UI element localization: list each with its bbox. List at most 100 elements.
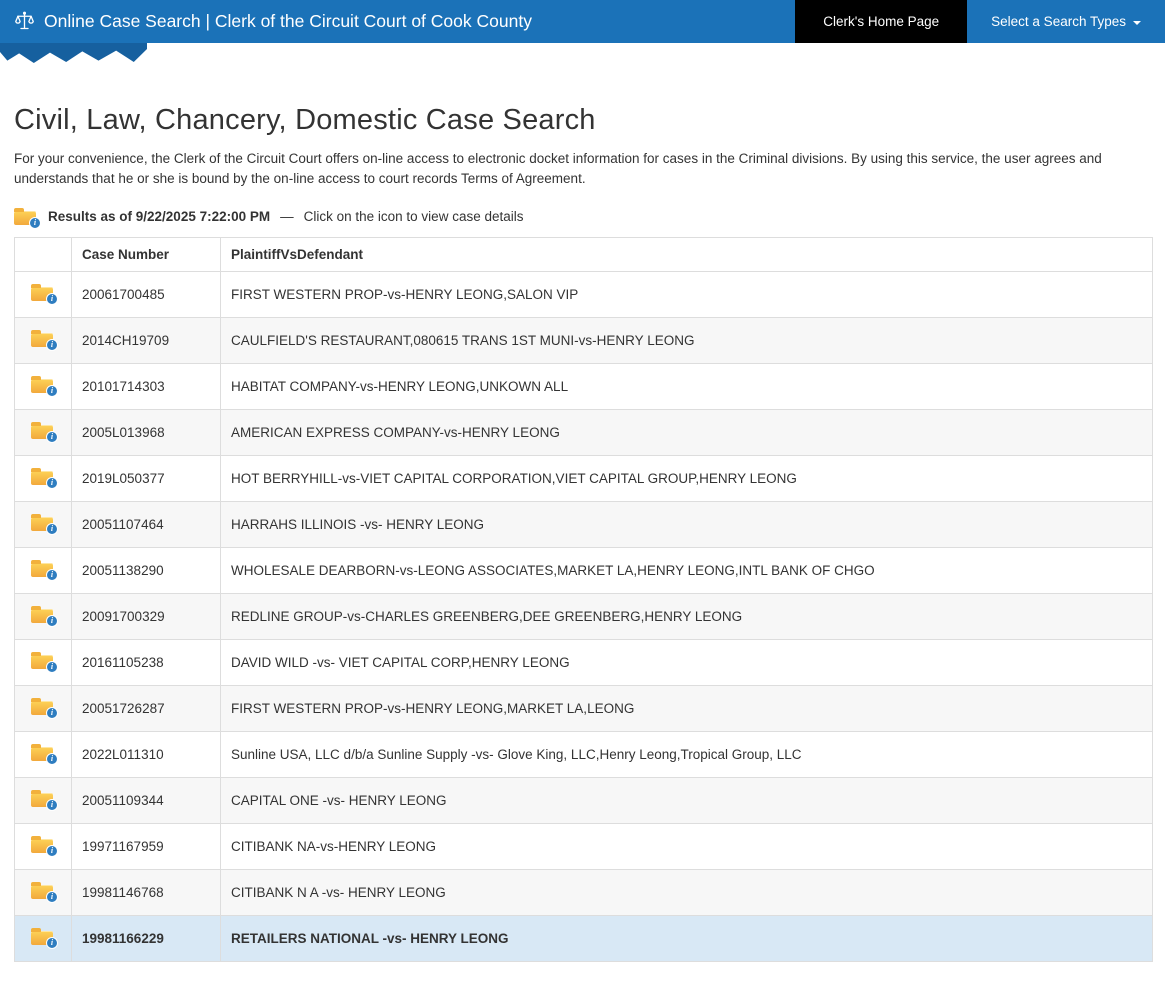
navbar: Online Case Search | Clerk of the Circui…	[0, 0, 1165, 43]
case-details-folder-icon[interactable]: i	[31, 421, 56, 440]
case-number-cell: 20091700329	[72, 593, 221, 639]
table-row: i 19971167959CITIBANK NA-vs-HENRY LEONG	[15, 823, 1153, 869]
case-details-cell: i	[15, 685, 72, 731]
parties-cell: HARRAHS ILLINOIS -vs- HENRY LEONG	[221, 501, 1153, 547]
case-details-folder-icon[interactable]: i	[31, 513, 56, 532]
table-row: i 2019L050377HOT BERRYHILL-vs-VIET CAPITA…	[15, 455, 1153, 501]
case-details-folder-icon[interactable]: i	[31, 605, 56, 624]
case-number-cell: 2022L011310	[72, 731, 221, 777]
table-row: i 20061700485FIRST WESTERN PROP-vs-HENRY …	[15, 271, 1153, 317]
case-number-cell: 19981146768	[72, 869, 221, 915]
case-number-cell: 20061700485	[72, 271, 221, 317]
parties-cell: FIRST WESTERN PROP-vs-HENRY LEONG,MARKET…	[221, 685, 1153, 731]
results-folder-icon: i	[14, 207, 39, 226]
table-row: i 20101714303HABITAT COMPANY-vs-HENRY LEO…	[15, 363, 1153, 409]
case-details-folder-icon[interactable]: i	[31, 375, 56, 394]
case-details-cell: i	[15, 271, 72, 317]
case-details-folder-icon[interactable]: i	[31, 697, 56, 716]
table-row: i 20051138290WHOLESALE DEARBORN-vs-LEONG …	[15, 547, 1153, 593]
parties-cell: WHOLESALE DEARBORN-vs-LEONG ASSOCIATES,M…	[221, 547, 1153, 593]
nav-dropdown-search-types[interactable]: Select a Search Types	[967, 0, 1165, 43]
navbar-brand[interactable]: Online Case Search | Clerk of the Circui…	[0, 0, 532, 43]
case-number-cell: 20051138290	[72, 547, 221, 593]
case-details-cell: i	[15, 777, 72, 823]
table-row: i 19981146768CITIBANK N A -vs- HENRY LEON…	[15, 869, 1153, 915]
case-number-cell: 19971167959	[72, 823, 221, 869]
nav-dropdown-search-types-label: Select a Search Types	[991, 14, 1126, 29]
case-details-cell: i	[15, 547, 72, 593]
case-details-folder-icon[interactable]: i	[31, 743, 56, 762]
case-number-cell: 20101714303	[72, 363, 221, 409]
info-badge-icon: i	[46, 523, 58, 535]
table-row: i 20051726287FIRST WESTERN PROP-vs-HENRY …	[15, 685, 1153, 731]
header-plaintiff-vs-defendant: PlaintiffVsDefendant	[221, 237, 1153, 271]
case-table-head: Case Number PlaintiffVsDefendant	[15, 237, 1153, 271]
case-number-cell: 20051726287	[72, 685, 221, 731]
case-details-folder-icon[interactable]: i	[31, 881, 56, 900]
info-badge-icon: i	[46, 799, 58, 811]
info-badge-icon: i	[46, 891, 58, 903]
case-details-cell: i	[15, 593, 72, 639]
parties-cell: HOT BERRYHILL-vs-VIET CAPITAL CORPORATIO…	[221, 455, 1153, 501]
case-details-cell: i	[15, 501, 72, 547]
case-number-cell: 2019L050377	[72, 455, 221, 501]
parties-cell: CITIBANK NA-vs-HENRY LEONG	[221, 823, 1153, 869]
parties-cell: Sunline USA, LLC d/b/a Sunline Supply -v…	[221, 731, 1153, 777]
header-row: Case Number PlaintiffVsDefendant	[15, 237, 1153, 271]
info-badge-icon: i	[46, 339, 58, 351]
case-details-folder-icon[interactable]: i	[31, 283, 56, 302]
scales-of-justice-icon	[14, 11, 35, 32]
parties-cell: REDLINE GROUP-vs-CHARLES GREENBERG,DEE G…	[221, 593, 1153, 639]
case-details-cell: i	[15, 869, 72, 915]
table-row: i 20051107464HARRAHS ILLINOIS -vs- HENRY …	[15, 501, 1153, 547]
table-row: i 20161105238DAVID WILD -vs- VIET CAPITAL…	[15, 639, 1153, 685]
parties-cell: DAVID WILD -vs- VIET CAPITAL CORP,HENRY …	[221, 639, 1153, 685]
case-details-cell: i	[15, 363, 72, 409]
case-details-folder-icon[interactable]: i	[31, 329, 56, 348]
info-badge-icon: i	[46, 431, 58, 443]
table-row: i 2014CH19709CAULFIELD'S RESTAURANT,08061…	[15, 317, 1153, 363]
case-details-folder-icon[interactable]: i	[31, 835, 56, 854]
page-title: Civil, Law, Chancery, Domestic Case Sear…	[14, 104, 1153, 137]
parties-cell: AMERICAN EXPRESS COMPANY-vs-HENRY LEONG	[221, 409, 1153, 455]
info-badge-icon: i	[46, 707, 58, 719]
parties-cell: CAULFIELD'S RESTAURANT,080615 TRANS 1ST …	[221, 317, 1153, 363]
case-number-cell: 2005L013968	[72, 409, 221, 455]
case-number-cell: 20161105238	[72, 639, 221, 685]
header-icon-column	[15, 237, 72, 271]
info-badge-icon: i	[46, 845, 58, 857]
case-number-cell: 20051107464	[72, 501, 221, 547]
parties-cell: CAPITAL ONE -vs- HENRY LEONG	[221, 777, 1153, 823]
info-badge-icon: i	[46, 615, 58, 627]
nav-link-clerks-home[interactable]: Clerk's Home Page	[795, 0, 967, 43]
case-details-cell: i	[15, 455, 72, 501]
parties-cell: HABITAT COMPANY-vs-HENRY LEONG,UNKOWN AL…	[221, 363, 1153, 409]
results-hint: Click on the icon to view case details	[304, 209, 524, 224]
intro-text: For your convenience, the Clerk of the C…	[14, 149, 1153, 189]
case-details-cell: i	[15, 731, 72, 777]
parties-cell: CITIBANK N A -vs- HENRY LEONG	[221, 869, 1153, 915]
parties-cell: FIRST WESTERN PROP-vs-HENRY LEONG,SALON …	[221, 271, 1153, 317]
case-details-cell: i	[15, 639, 72, 685]
case-details-folder-icon[interactable]: i	[31, 559, 56, 578]
info-badge-icon: i	[46, 937, 58, 949]
table-row: i20051109344CAPITAL ONE -vs- HENRY LEONG	[15, 777, 1153, 823]
case-details-folder-icon[interactable]: i	[31, 651, 56, 670]
case-details-folder-icon[interactable]: i	[31, 927, 56, 946]
info-badge-icon: i	[46, 569, 58, 581]
info-badge-icon: i	[46, 753, 58, 765]
info-badge-icon: i	[29, 217, 41, 229]
case-table: Case Number PlaintiffVsDefendant i 200617…	[14, 237, 1153, 962]
case-details-folder-icon[interactable]: i	[31, 467, 56, 486]
case-details-folder-icon[interactable]: i	[31, 789, 56, 808]
navbar-brand-label: Online Case Search | Clerk of the Circui…	[44, 11, 532, 32]
case-number-cell: 19981166229	[72, 915, 221, 961]
info-badge-icon: i	[46, 385, 58, 397]
case-details-cell: i	[15, 317, 72, 363]
nav-link-clerks-home-label: Clerk's Home Page	[823, 14, 939, 29]
table-row: i 2005L013968AMERICAN EXPRESS COMPANY-vs-…	[15, 409, 1153, 455]
table-row: i19981166229RETAILERS NATIONAL -vs- HENR…	[15, 915, 1153, 961]
case-number-cell: 2014CH19709	[72, 317, 221, 363]
main-content: Civil, Law, Chancery, Domestic Case Sear…	[0, 104, 1165, 982]
case-details-cell: i	[15, 823, 72, 869]
